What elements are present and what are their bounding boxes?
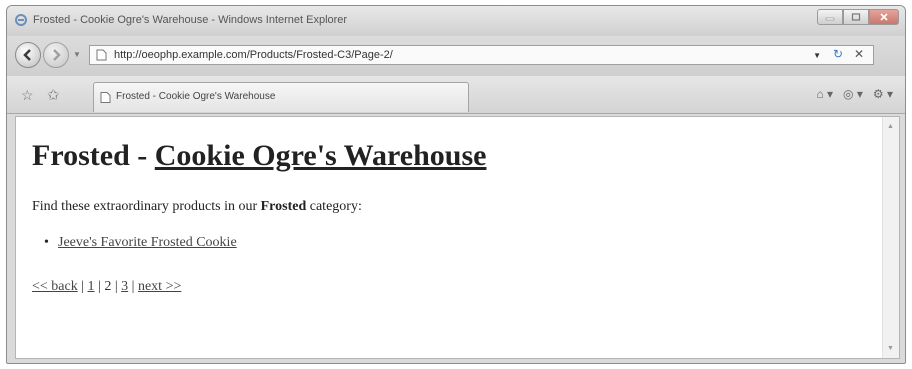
intro-suffix: category: — [306, 199, 362, 214]
window-controls — [817, 9, 899, 25]
list-item: Jeeve's Favorite Frosted Cookie — [44, 235, 237, 251]
minimize-icon — [825, 17, 835, 21]
pager-separator: | — [128, 279, 138, 294]
heading-category: Frosted — [32, 139, 130, 172]
home-icon[interactable]: ⌂ ▾ — [816, 87, 833, 101]
tab-label: Frosted - Cookie Ogre's Warehouse — [116, 91, 276, 102]
page-icon — [96, 49, 107, 61]
scroll-up-icon[interactable]: ▲ — [887, 123, 894, 130]
address-dropdown[interactable]: ▼ — [813, 51, 821, 60]
recent-pages-dropdown[interactable]: ▼ — [73, 50, 81, 59]
window-title: Frosted - Cookie Ogre's Warehouse - Wind… — [33, 14, 348, 26]
page-icon — [100, 92, 111, 103]
pager-separator: | — [77, 279, 88, 294]
pagination: << back | 1 | 2 | 3 | next >> — [32, 279, 181, 295]
feeds-icon[interactable]: ◎ ▾ — [843, 87, 863, 101]
category-intro: Find these extraordinary products in our… — [32, 199, 362, 215]
browser-window: Frosted - Cookie Ogre's Warehouse - Wind… — [6, 5, 906, 364]
maximize-icon — [851, 13, 861, 21]
intro-category: Frosted — [260, 199, 307, 214]
close-button[interactable] — [869, 9, 899, 25]
back-icon — [23, 49, 31, 61]
minimize-button[interactable] — [817, 9, 843, 25]
ie-logo-icon — [15, 14, 27, 26]
scroll-down-icon[interactable]: ▼ — [887, 345, 894, 352]
add-favorites-icon[interactable]: ✩ — [47, 86, 60, 104]
forward-icon — [53, 49, 61, 61]
intro-text: Find these extraordinary products in our — [32, 199, 261, 214]
pager-separator: | — [94, 279, 105, 294]
heading-separator: - — [129, 139, 155, 172]
vertical-scrollbar[interactable]: ▲ ▼ — [882, 117, 899, 358]
pager-back-link[interactable]: << back — [32, 279, 78, 294]
address-toolbar: ▼ http://oeophp.example.com/Products/Fro… — [7, 36, 905, 76]
forward-button[interactable] — [43, 42, 69, 68]
tab-toolbar: ☆ ✩ Frosted - Cookie Ogre's Warehouse ⌂ … — [7, 76, 905, 114]
page-viewport: Frosted - Cookie Ogre's Warehouse Find t… — [15, 116, 900, 359]
pager-page-1[interactable]: 1 — [88, 279, 95, 294]
command-bar: ⌂ ▾ ◎ ▾ ⚙ ▾ — [816, 87, 893, 101]
back-button[interactable] — [15, 42, 41, 68]
favorites-star-icon[interactable]: ☆ — [21, 87, 34, 104]
close-icon — [880, 13, 888, 21]
pager-separator: | — [111, 279, 122, 294]
address-bar[interactable]: http://oeophp.example.com/Products/Frost… — [89, 45, 874, 65]
product-link[interactable]: Jeeve's Favorite Frosted Cookie — [58, 235, 237, 250]
refresh-icon[interactable]: ↻ — [833, 47, 843, 61]
url-text[interactable]: http://oeophp.example.com/Products/Frost… — [114, 49, 393, 61]
tab-frosted[interactable]: Frosted - Cookie Ogre's Warehouse — [93, 82, 469, 112]
pager-next-link[interactable]: next >> — [138, 279, 181, 294]
site-home-link[interactable]: Cookie Ogre's Warehouse — [155, 139, 487, 172]
maximize-button[interactable] — [843, 9, 869, 25]
title-bar: Frosted - Cookie Ogre's Warehouse - Wind… — [7, 6, 905, 36]
tools-icon[interactable]: ⚙ ▾ — [873, 87, 893, 101]
product-list: Jeeve's Favorite Frosted Cookie — [44, 235, 237, 251]
page-title: Frosted - Cookie Ogre's Warehouse — [32, 139, 486, 173]
stop-icon[interactable]: ✕ — [854, 47, 864, 61]
